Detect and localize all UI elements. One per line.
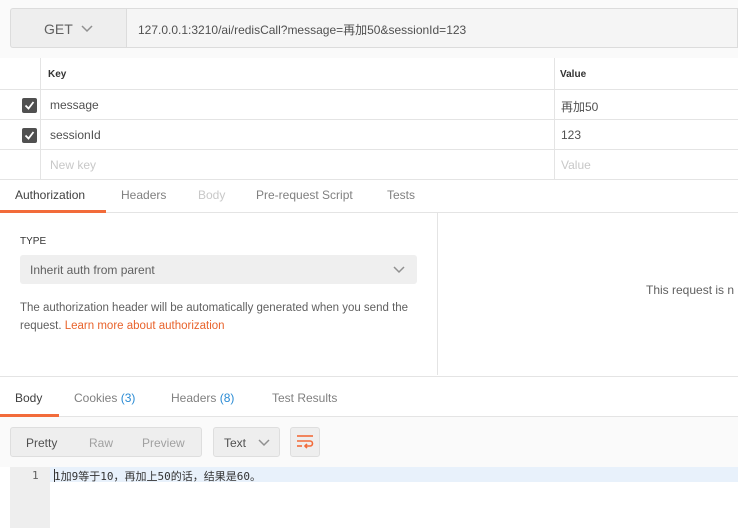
- new-value-input[interactable]: Value: [561, 158, 591, 172]
- new-key-input[interactable]: New key: [50, 158, 96, 172]
- tab-response-headers[interactable]: Headers (8): [171, 391, 234, 405]
- response-body-text: 1加9等于10，再加上50的话，结果是60。: [54, 470, 261, 483]
- preview-button[interactable]: Preview: [142, 436, 185, 450]
- response-tabs: Body Cookies (3) Headers (8) Test Result…: [0, 376, 738, 417]
- wrap-lines-icon: [297, 435, 314, 449]
- url-input[interactable]: 127.0.0.1:3210/ai/redisCall?message=再加50…: [126, 8, 738, 48]
- param-key[interactable]: message: [50, 98, 99, 112]
- auth-type-select[interactable]: Inherit auth from parent: [20, 255, 417, 284]
- tab-tests[interactable]: Tests: [387, 188, 415, 202]
- response-editor[interactable]: 1 1加9等于10，再加上50的话，结果是60。: [0, 467, 738, 528]
- params-table: Key Value message 再加50 sessionId 123 New…: [0, 58, 738, 180]
- cookies-label: Cookies: [74, 391, 118, 405]
- raw-button[interactable]: Raw: [89, 436, 113, 450]
- method-label: GET: [44, 21, 73, 37]
- tab-headers[interactable]: Headers: [121, 188, 166, 202]
- param-checkbox[interactable]: [22, 128, 37, 143]
- value-column-header: Value: [560, 69, 587, 80]
- param-value[interactable]: 123: [561, 128, 581, 142]
- line-number: 1: [32, 469, 39, 482]
- check-icon: [24, 101, 35, 110]
- line-gutter: 1: [10, 467, 50, 528]
- auth-settings-panel: TYPE Inherit auth from parent The author…: [0, 213, 438, 375]
- param-key[interactable]: sessionId: [50, 128, 101, 142]
- chevron-down-icon: [258, 439, 270, 447]
- auth-info-text: This request is n: [646, 283, 735, 297]
- tab-test-results[interactable]: Test Results: [272, 391, 337, 405]
- check-icon: [24, 131, 35, 140]
- tab-response-body[interactable]: Body: [15, 391, 42, 405]
- learn-more-link[interactable]: Learn more about authorization: [65, 320, 225, 332]
- format-select[interactable]: Text: [213, 427, 280, 457]
- url-text: 127.0.0.1:3210/ai/redisCall?message=再加50…: [138, 23, 467, 37]
- text-cursor: [54, 469, 55, 482]
- tab-pre-request-script[interactable]: Pre-request Script: [256, 188, 353, 202]
- format-label: Text: [224, 436, 247, 450]
- cookies-count: (3): [120, 391, 136, 405]
- param-value[interactable]: 再加50: [561, 98, 598, 115]
- chevron-down-icon: [81, 25, 93, 33]
- tab-body[interactable]: Body: [198, 188, 225, 202]
- response-toolbar: Pretty Raw Preview Text: [0, 417, 738, 467]
- tab-cookies[interactable]: Cookies (3): [74, 391, 135, 405]
- url-bar: GET 127.0.0.1:3210/ai/redisCall?message=…: [0, 0, 738, 58]
- request-tabs: Authorization Headers Body Pre-request S…: [0, 180, 738, 213]
- param-checkbox[interactable]: [22, 98, 37, 113]
- auth-info-panel: This request is n: [438, 213, 738, 375]
- view-mode-group: Pretty Raw Preview: [10, 427, 202, 457]
- tab-authorization[interactable]: Authorization: [15, 188, 85, 202]
- auth-description: The authorization header will be automat…: [20, 299, 420, 335]
- method-select[interactable]: GET: [10, 8, 126, 48]
- headers-count: (8): [219, 391, 235, 405]
- pretty-button[interactable]: Pretty: [26, 436, 57, 450]
- chevron-down-icon: [393, 266, 405, 274]
- headers-label: Headers: [171, 391, 217, 405]
- auth-type-label: TYPE: [20, 236, 47, 247]
- wrap-lines-button[interactable]: [290, 427, 320, 457]
- key-column-header: Key: [48, 69, 67, 80]
- auth-type-value: Inherit auth from parent: [30, 263, 155, 277]
- code-line: 1加9等于10，再加上50的话，结果是60。: [50, 467, 738, 483]
